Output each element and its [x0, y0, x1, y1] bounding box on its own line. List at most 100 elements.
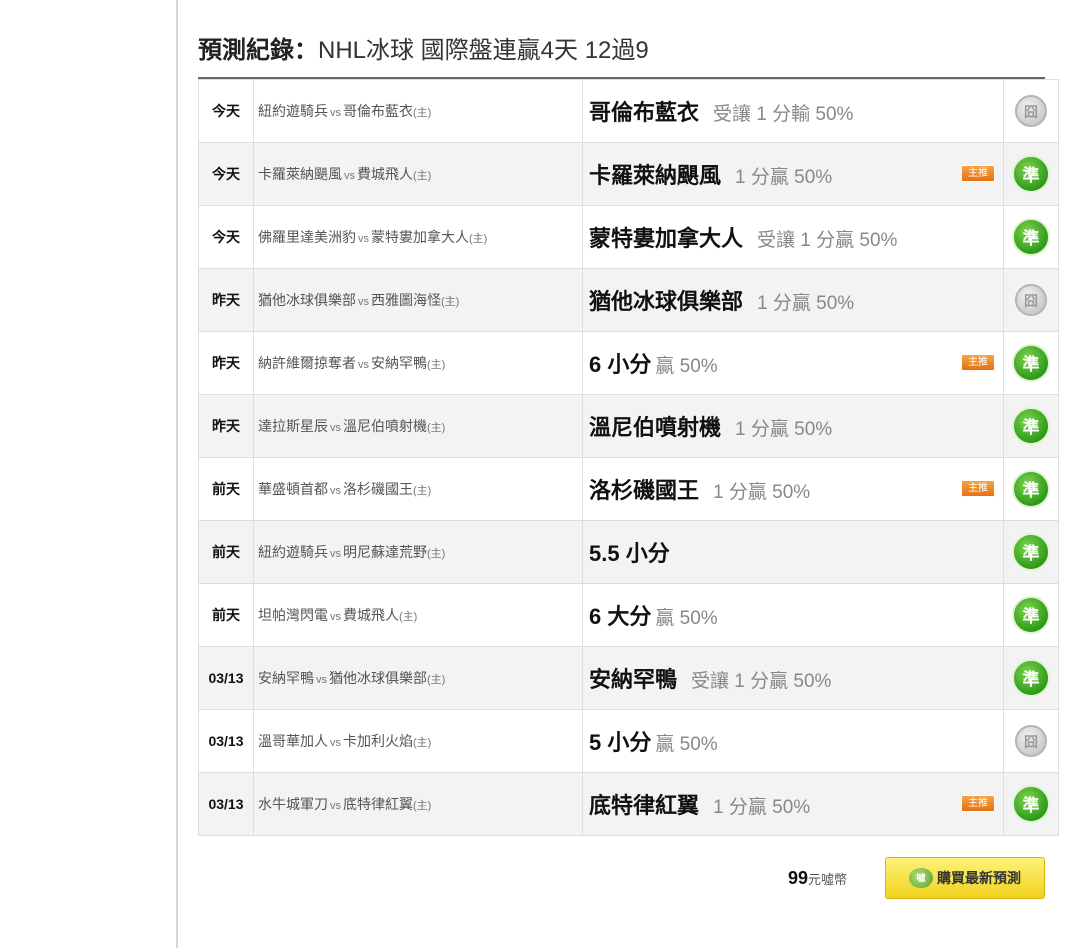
row-day: 今天 — [198, 205, 254, 269]
row-pick: 蒙特婁加拿大人 受讓 1 分贏 50% — [582, 205, 1004, 269]
pick-detail: 受讓 1 分贏 50% — [691, 671, 832, 692]
row-matchup[interactable]: 華盛頓首都 vs 洛杉磯國王(主) — [253, 457, 583, 521]
row-matchup[interactable]: 坦帕灣閃電 vs 費城飛人(主) — [253, 583, 583, 647]
home-tag: (主) — [427, 674, 446, 686]
vs-label: vs — [330, 800, 341, 812]
pick-team: 蒙特婁加拿大人 — [589, 226, 744, 251]
records-body: 今天 紐約遊騎兵 vs 哥倫布藍衣(主) 哥倫布藍衣 受讓 1 分輸 50% 囧今天 卡羅萊納… — [198, 79, 1059, 836]
pick-detail: 贏 50% — [655, 734, 718, 755]
away-team: 卡羅萊納颶風 — [258, 166, 342, 182]
table-row: 03/13 安納罕鴨 vs 猶他冰球俱樂部(主) 安納罕鴨 受讓 1 分贏 50% 準 — [198, 646, 1059, 710]
row-pick: 5.5 小分 — [582, 520, 1004, 584]
row-matchup[interactable]: 安納罕鴨 vs 猶他冰球俱樂部(主) — [253, 646, 583, 710]
row-pick: 安納罕鴨 受讓 1 分贏 50% — [582, 646, 1004, 710]
home-team: 溫尼伯噴射機 — [343, 418, 427, 434]
vs-label: vs — [330, 611, 341, 623]
home-team: 費城飛人 — [357, 166, 413, 182]
row-matchup[interactable]: 達拉斯星辰 vs 溫尼伯噴射機(主) — [253, 394, 583, 458]
home-team: 明尼蘇達荒野 — [343, 544, 427, 560]
win-result-icon: 準 — [1012, 155, 1050, 193]
row-matchup[interactable]: 佛羅里達美洲豹 vs 蒙特婁加拿大人(主) — [253, 205, 583, 269]
pick-team: 5.5 小分 — [589, 541, 670, 566]
win-result-icon: 準 — [1012, 407, 1050, 445]
row-day: 今天 — [198, 142, 254, 206]
miss-result-icon: 囧 — [1015, 95, 1047, 127]
page-title-prefix: 預測紀錄： — [198, 37, 318, 64]
row-pick: 卡羅萊納颶風 1 分贏 50% 主推 — [582, 142, 1004, 206]
home-tag: (主) — [441, 296, 460, 308]
row-pick: 猶他冰球俱樂部 1 分贏 50% — [582, 268, 1004, 332]
row-result: 準 — [1003, 457, 1059, 521]
away-team: 坦帕灣閃電 — [258, 607, 328, 623]
home-team: 安納罕鴨 — [371, 355, 427, 371]
row-matchup[interactable]: 溫哥華加人 vs 卡加利火焰(主) — [253, 709, 583, 773]
pick-detail: 贏 50% — [655, 608, 718, 629]
featured-badge: 主推 — [961, 480, 995, 497]
pick-team: 底特律紅翼 — [589, 793, 700, 818]
row-pick: 洛杉磯國王 1 分贏 50% 主推 — [582, 457, 1004, 521]
row-day: 前天 — [198, 520, 254, 584]
row-result: 準 — [1003, 394, 1059, 458]
pick-team: 洛杉磯國王 — [589, 478, 700, 503]
home-team: 猶他冰球俱樂部 — [329, 670, 427, 686]
home-tag: (主) — [427, 422, 446, 434]
pick-detail: 贏 50% — [655, 356, 718, 377]
row-matchup[interactable]: 紐約遊騎兵 vs 哥倫布藍衣(主) — [253, 79, 583, 143]
home-team: 哥倫布藍衣 — [343, 103, 413, 119]
price-unit: 元噓幣 — [808, 872, 848, 887]
win-result-icon: 準 — [1012, 470, 1050, 508]
row-matchup[interactable]: 猶他冰球俱樂部 vs 西雅圖海怪(主) — [253, 268, 583, 332]
vs-label: vs — [316, 674, 327, 686]
win-result-icon: 準 — [1012, 533, 1050, 571]
pick-team: 6 小分 — [589, 352, 652, 377]
vs-label: vs — [358, 359, 369, 371]
pick-team: 卡羅萊納颶風 — [589, 163, 722, 188]
row-matchup[interactable]: 卡羅萊納颶風 vs 費城飛人(主) — [253, 142, 583, 206]
table-row: 今天 紐約遊騎兵 vs 哥倫布藍衣(主) 哥倫布藍衣 受讓 1 分輸 50% 囧 — [198, 79, 1059, 143]
buy-latest-prediction-button[interactable]: 噓 購買最新預測 — [885, 857, 1045, 899]
away-team: 納許維爾掠奪者 — [258, 355, 356, 371]
win-result-icon: 準 — [1012, 344, 1050, 382]
row-matchup[interactable]: 紐約遊騎兵 vs 明尼蘇達荒野(主) — [253, 520, 583, 584]
away-team: 水牛城軍刀 — [258, 796, 328, 812]
home-tag: (主) — [399, 611, 418, 623]
row-matchup[interactable]: 納許維爾掠奪者 vs 安納罕鴨(主) — [253, 331, 583, 395]
pick-detail: 1 分贏 50% — [713, 482, 811, 503]
table-row: 今天 卡羅萊納颶風 vs 費城飛人(主) 卡羅萊納颶風 1 分贏 50% 主推準 — [198, 142, 1059, 206]
row-result: 準 — [1003, 331, 1059, 395]
pick-detail: 1 分贏 50% — [713, 797, 811, 818]
featured-badge: 主推 — [961, 165, 995, 182]
row-result: 準 — [1003, 205, 1059, 269]
row-result: 準 — [1003, 520, 1059, 584]
win-result-icon: 準 — [1012, 218, 1050, 256]
vs-label: vs — [358, 233, 369, 245]
away-team: 猶他冰球俱樂部 — [258, 292, 356, 308]
table-row: 03/13 水牛城軍刀 vs 底特律紅翼(主) 底特律紅翼 1 分贏 50% 主推準 — [198, 772, 1059, 836]
pick-team: 6 大分 — [589, 604, 652, 629]
vs-label: vs — [330, 737, 341, 749]
table-row: 03/13 溫哥華加人 vs 卡加利火焰(主) 5 小分贏 50% 囧 — [198, 709, 1059, 773]
row-result: 囧 — [1003, 709, 1059, 773]
away-team: 安納罕鴨 — [258, 670, 314, 686]
table-row: 前天 紐約遊騎兵 vs 明尼蘇達荒野(主) 5.5 小分 準 — [198, 520, 1059, 584]
featured-badge: 主推 — [961, 354, 995, 371]
table-row: 昨天 達拉斯星辰 vs 溫尼伯噴射機(主) 溫尼伯噴射機 1 分贏 50% 準 — [198, 394, 1059, 458]
pick-detail: 1 分贏 50% — [757, 293, 855, 314]
home-team: 蒙特婁加拿大人 — [371, 229, 469, 245]
home-tag: (主) — [413, 737, 432, 749]
featured-badge: 主推 — [961, 795, 995, 812]
win-result-icon: 準 — [1012, 785, 1050, 823]
pick-team: 安納罕鴨 — [589, 667, 678, 692]
pick-team: 猶他冰球俱樂部 — [589, 289, 744, 314]
row-result: 準 — [1003, 772, 1059, 836]
coin-icon: 噓 — [909, 868, 933, 888]
table-row: 前天 華盛頓首都 vs 洛杉磯國王(主) 洛杉磯國王 1 分贏 50% 主推準 — [198, 457, 1059, 521]
row-day: 前天 — [198, 583, 254, 647]
table-row: 昨天 猶他冰球俱樂部 vs 西雅圖海怪(主) 猶他冰球俱樂部 1 分贏 50% 囧 — [198, 268, 1059, 332]
table-row: 前天 坦帕灣閃電 vs 費城飛人(主) 6 大分贏 50% 準 — [198, 583, 1059, 647]
vs-label: vs — [330, 107, 341, 119]
page-title: 預測紀錄：NHL冰球 國際盤連贏4天 12過9 — [198, 30, 649, 65]
row-matchup[interactable]: 水牛城軍刀 vs 底特律紅翼(主) — [253, 772, 583, 836]
row-pick: 哥倫布藍衣 受讓 1 分輸 50% — [582, 79, 1004, 143]
row-pick: 6 大分贏 50% — [582, 583, 1004, 647]
